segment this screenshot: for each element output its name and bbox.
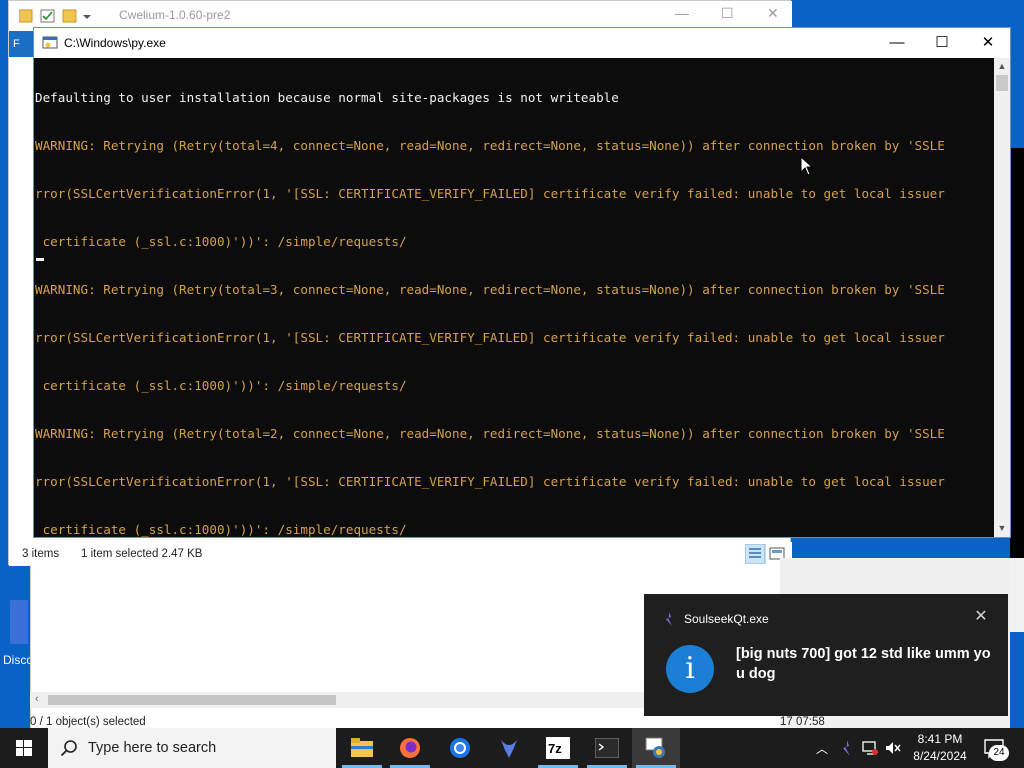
discord-desktop-icon[interactable] (10, 600, 28, 644)
soulseek-icon (501, 740, 517, 758)
taskbar-firefox[interactable] (386, 728, 434, 768)
console-line: rror(SSLCertVerificationError(1, '[SSL: … (35, 474, 945, 489)
console-title: C:\Windows\py.exe (64, 36, 166, 50)
console-line: rror(SSLCertVerificationError(1, '[SSL: … (35, 330, 945, 345)
python-console-window[interactable]: C:\Windows\py.exe — ☐ ✕ Defaulting to us… (33, 27, 1011, 538)
status-selection: 1 item selected 2.47 KB (81, 548, 203, 560)
vertical-scrollbar[interactable] (994, 58, 1010, 537)
notification-toast[interactable]: SoulseekQt.exe ✕ i [big nuts 700] got 12… (644, 594, 1008, 716)
console-line: certificate (_ssl.c:1000)'))': /simple/r… (35, 378, 407, 393)
soulseek-icon (666, 612, 672, 626)
console-output[interactable]: Defaulting to user installation because … (34, 58, 994, 537)
mouse-pointer-icon (800, 156, 814, 176)
scrollbar-thumb[interactable] (996, 75, 1008, 91)
background-window-fragment (1010, 558, 1024, 632)
taskbar-file-explorer[interactable] (338, 728, 386, 768)
info-icon: i (666, 645, 714, 693)
taskbar-7zip[interactable]: 7z (534, 728, 582, 768)
scroll-up-icon[interactable]: ▲ (994, 58, 1010, 74)
archive-time: 17 07:58 (780, 716, 825, 728)
archive-status: 0 / 1 object(s) selected (30, 716, 146, 728)
minimize-icon[interactable]: — (675, 5, 689, 21)
python-icon (645, 737, 665, 758)
network-icon[interactable] (861, 739, 879, 757)
maximize-icon[interactable]: ☐ (919, 28, 965, 58)
maximize-icon[interactable]: ☐ (721, 5, 734, 22)
clock-time[interactable]: 8:41 PM (905, 732, 975, 746)
status-item-count: 3 items (22, 548, 60, 560)
taskbar-search-box[interactable]: Type here to search (48, 728, 336, 768)
svg-text:7z: 7z (548, 741, 562, 756)
python-icon (42, 36, 58, 49)
console-title-bar[interactable]: C:\Windows\py.exe — ☐ ✕ (34, 28, 1010, 58)
show-hidden-icons[interactable]: ︿ (814, 740, 830, 756)
close-icon[interactable]: ✕ (965, 28, 1011, 58)
7zip-icon: 7z (546, 737, 570, 759)
taskbar: Type here to search 7z ︿ 8:41 PM 8/24/20… (0, 728, 1024, 768)
notification-count-badge: 24 (989, 745, 1009, 761)
console-line: certificate (_ssl.c:1000)'))': /simple/r… (35, 522, 407, 537)
folder-icon (351, 738, 373, 757)
explorer-window-controls[interactable]: — ☐ ✕ (669, 5, 789, 27)
scrollbar-thumb[interactable] (48, 695, 336, 705)
console-line: Defaulting to user installation because … (35, 90, 619, 105)
search-placeholder: Type here to search (88, 740, 217, 756)
minimize-icon[interactable]: — (874, 28, 920, 58)
taskbar-python[interactable] (632, 728, 680, 768)
console-line: rror(SSLCertVerificationError(1, '[SSL: … (35, 186, 945, 201)
desktop-background-fragment (1010, 148, 1024, 558)
toast-message: [big nuts 700] got 12 std like umm you d… (736, 646, 991, 682)
firefox-icon (400, 738, 420, 758)
console-line: WARNING: Retrying (Retry(total=4, connec… (35, 138, 945, 153)
taskbar-soulseek[interactable] (485, 728, 533, 768)
explorer-status-bar: 3 items 1 item selected 2.47 KB (9, 542, 792, 566)
start-button[interactable] (0, 728, 48, 768)
scroll-left-icon[interactable]: ‹ (35, 693, 39, 705)
desktop-icon-label: Disco (3, 653, 34, 667)
volume-muted-icon[interactable] (884, 739, 902, 757)
clock-date[interactable]: 8/24/2024 (905, 749, 975, 763)
close-icon[interactable]: ✕ (972, 608, 990, 626)
close-icon[interactable]: ✕ (767, 5, 779, 22)
windows-logo-icon (16, 740, 32, 756)
toast-app-name: SoulseekQt.exe (684, 612, 769, 626)
file-menu-tab[interactable]: F (9, 31, 34, 57)
console-line: WARNING: Retrying (Retry(total=2, connec… (35, 426, 945, 441)
search-icon (60, 740, 77, 757)
scroll-down-icon[interactable]: ▼ (994, 520, 1010, 536)
explorer-title: Cwelium-1.0.60-pre2 (119, 8, 231, 22)
terminal-icon (595, 738, 619, 758)
chrome-icon (450, 738, 470, 758)
quick-access-toolbar-icon[interactable] (19, 8, 99, 24)
taskbar-chrome[interactable] (436, 728, 484, 768)
taskbar-terminal[interactable] (583, 728, 631, 768)
console-line: certificate (_ssl.c:1000)'))': /simple/r… (35, 234, 407, 249)
soulseek-tray-icon[interactable] (838, 739, 856, 757)
text-cursor (36, 258, 44, 261)
console-line: WARNING: Retrying (Retry(total=3, connec… (35, 282, 945, 297)
console-text: Defaulting to user installation because … (35, 58, 945, 537)
